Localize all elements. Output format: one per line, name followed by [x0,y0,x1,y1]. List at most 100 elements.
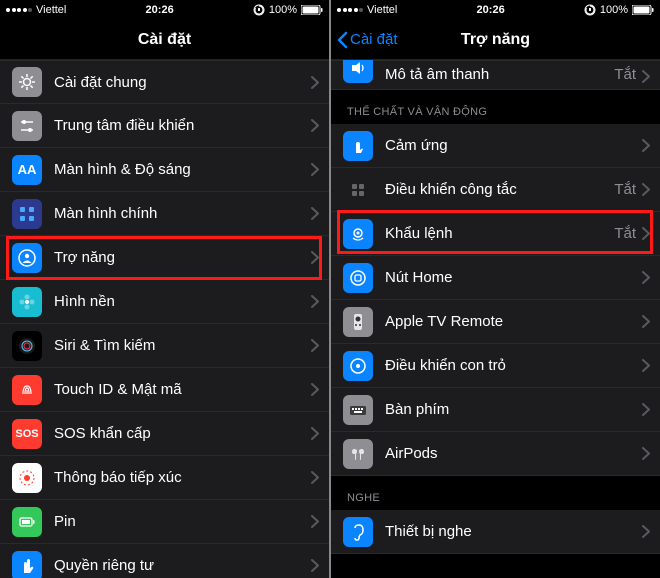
back-label: Cài đặt [350,31,398,48]
phone-left: Viettel 20:26 100% Cài đặt Cài đặt chung… [0,0,329,578]
row-control-center[interactable]: Trung tâm điều khiển [0,104,329,148]
row-label: Touch ID & Mật mã [54,381,311,398]
hand-icon [12,551,42,578]
airpods-icon [343,439,373,469]
row-accessibility[interactable]: Trợ năng [0,236,329,280]
row-label: Khẩu lệnh [385,225,614,242]
row-voice-control[interactable]: Khẩu lệnhTắt [331,212,660,256]
chevron-right-icon [311,207,319,220]
back-button[interactable]: Cài đặt [337,31,398,49]
sos-icon: SOS [12,419,42,449]
status-bar: Viettel 20:26 100% [0,0,329,20]
row-label: Thiết bị nghe [385,523,642,540]
phone-right: Viettel 20:26 100% Cài đặt Trợ năng Mô t… [331,0,660,578]
chevron-right-icon [311,76,319,89]
row-switch-control[interactable]: Điều khiển công tắcTắt [331,168,660,212]
row-airpods[interactable]: AirPods [331,432,660,476]
status-bar: Viettel 20:26 100% [331,0,660,20]
row-label: Pin [54,513,311,530]
grid-blue-icon [12,199,42,229]
page-title: Trợ năng [461,31,530,49]
battery-icon [12,507,42,537]
chevron-right-icon [311,163,319,176]
chevron-right-icon [642,139,650,152]
gear-icon [12,67,42,97]
chevron-right-icon [311,119,319,132]
row-touchid[interactable]: Touch ID & Mật mã [0,368,329,412]
nav-header-right: Cài đặt Trợ năng [331,20,660,60]
row-sos[interactable]: SOSSOS khẩn cấp [0,412,329,456]
row-label: Quyền riêng tư [54,557,311,574]
settings-list-right[interactable]: Mô tả âm thanhTắtTHỂ CHẤT VÀ VẬN ĐỘNGCảm… [331,60,660,578]
row-privacy[interactable]: Quyền riêng tư [0,544,329,578]
row-apple-tv-remote[interactable]: Apple TV Remote [331,300,660,344]
row-label: Bàn phím [385,401,642,418]
row-label: Trung tâm điều khiển [54,117,311,134]
chevron-right-icon [311,471,319,484]
person-circle-icon [12,243,42,273]
row-display[interactable]: AA Màn hình & Độ sáng [0,148,329,192]
battery-percent: 100% [269,4,297,16]
chevron-right-icon [642,227,650,240]
pointer-icon [343,351,373,381]
row-keyboards[interactable]: Bàn phím [331,388,660,432]
chevron-right-icon [642,70,650,83]
chevron-right-icon [642,447,650,460]
row-value: Tắt [614,66,636,83]
orientation-lock-icon [253,4,265,16]
chevron-right-icon [642,315,650,328]
row-label: Màn hình chính [54,205,311,222]
row-home-button[interactable]: Nút Home [331,256,660,300]
row-label: Màn hình & Độ sáng [54,161,311,178]
aa-icon: AA [12,155,42,185]
row-general[interactable]: Cài đặt chung [0,60,329,104]
chevron-right-icon [311,515,319,528]
flower-icon [12,287,42,317]
nav-header-left: Cài đặt [0,20,329,60]
battery-percent: 100% [600,4,628,16]
chevron-right-icon [311,295,319,308]
keyboard-icon [343,395,373,425]
audio-icon [343,60,373,83]
chevron-right-icon [642,359,650,372]
row-label: Hình nền [54,293,311,310]
row-label: Thông báo tiếp xúc [54,469,311,486]
row-label: Điều khiển công tắc [385,181,614,198]
chevron-right-icon [311,251,319,264]
page-title: Cài đặt [138,31,191,49]
chevron-right-icon [311,427,319,440]
status-time: 20:26 [477,4,505,16]
ear-icon [343,517,373,547]
row-hearing-devices[interactable]: Thiết bị nghe [331,510,660,554]
settings-list-left[interactable]: Cài đặt chung Trung tâm điều khiển AA Màn h… [0,60,329,578]
chevron-right-icon [642,525,650,538]
row-label: Mô tả âm thanh [385,66,614,83]
row-home-screen[interactable]: Màn hình chính [0,192,329,236]
row-label: Nút Home [385,269,642,286]
row-exposure[interactable]: Thông báo tiếp xúc [0,456,329,500]
battery-icon [301,5,323,15]
row-audio-desc[interactable]: Mô tả âm thanhTắt [331,60,660,90]
row-label: Trợ năng [54,249,311,266]
row-value: Tắt [614,225,636,242]
row-battery[interactable]: Pin [0,500,329,544]
exposure-icon [12,463,42,493]
sliders-icon [12,111,42,141]
voice-icon [343,219,373,249]
touch-icon [343,131,373,161]
signal-icon [337,8,363,12]
chevron-right-icon [311,339,319,352]
row-label: AirPods [385,445,642,462]
row-label: Cảm ứng [385,137,642,154]
row-wallpaper[interactable]: Hình nền [0,280,329,324]
row-label: Điều khiển con trỏ [385,357,642,374]
fingerprint-icon [12,375,42,405]
row-touch[interactable]: Cảm ứng [331,124,660,168]
row-pointer-control[interactable]: Điều khiển con trỏ [331,344,660,388]
signal-icon [6,8,32,12]
carrier-label: Viettel [36,4,66,16]
chevron-left-icon [337,31,348,49]
row-siri[interactable]: Siri & Tìm kiếm [0,324,329,368]
carrier-label: Viettel [367,4,397,16]
row-label: Apple TV Remote [385,313,642,330]
